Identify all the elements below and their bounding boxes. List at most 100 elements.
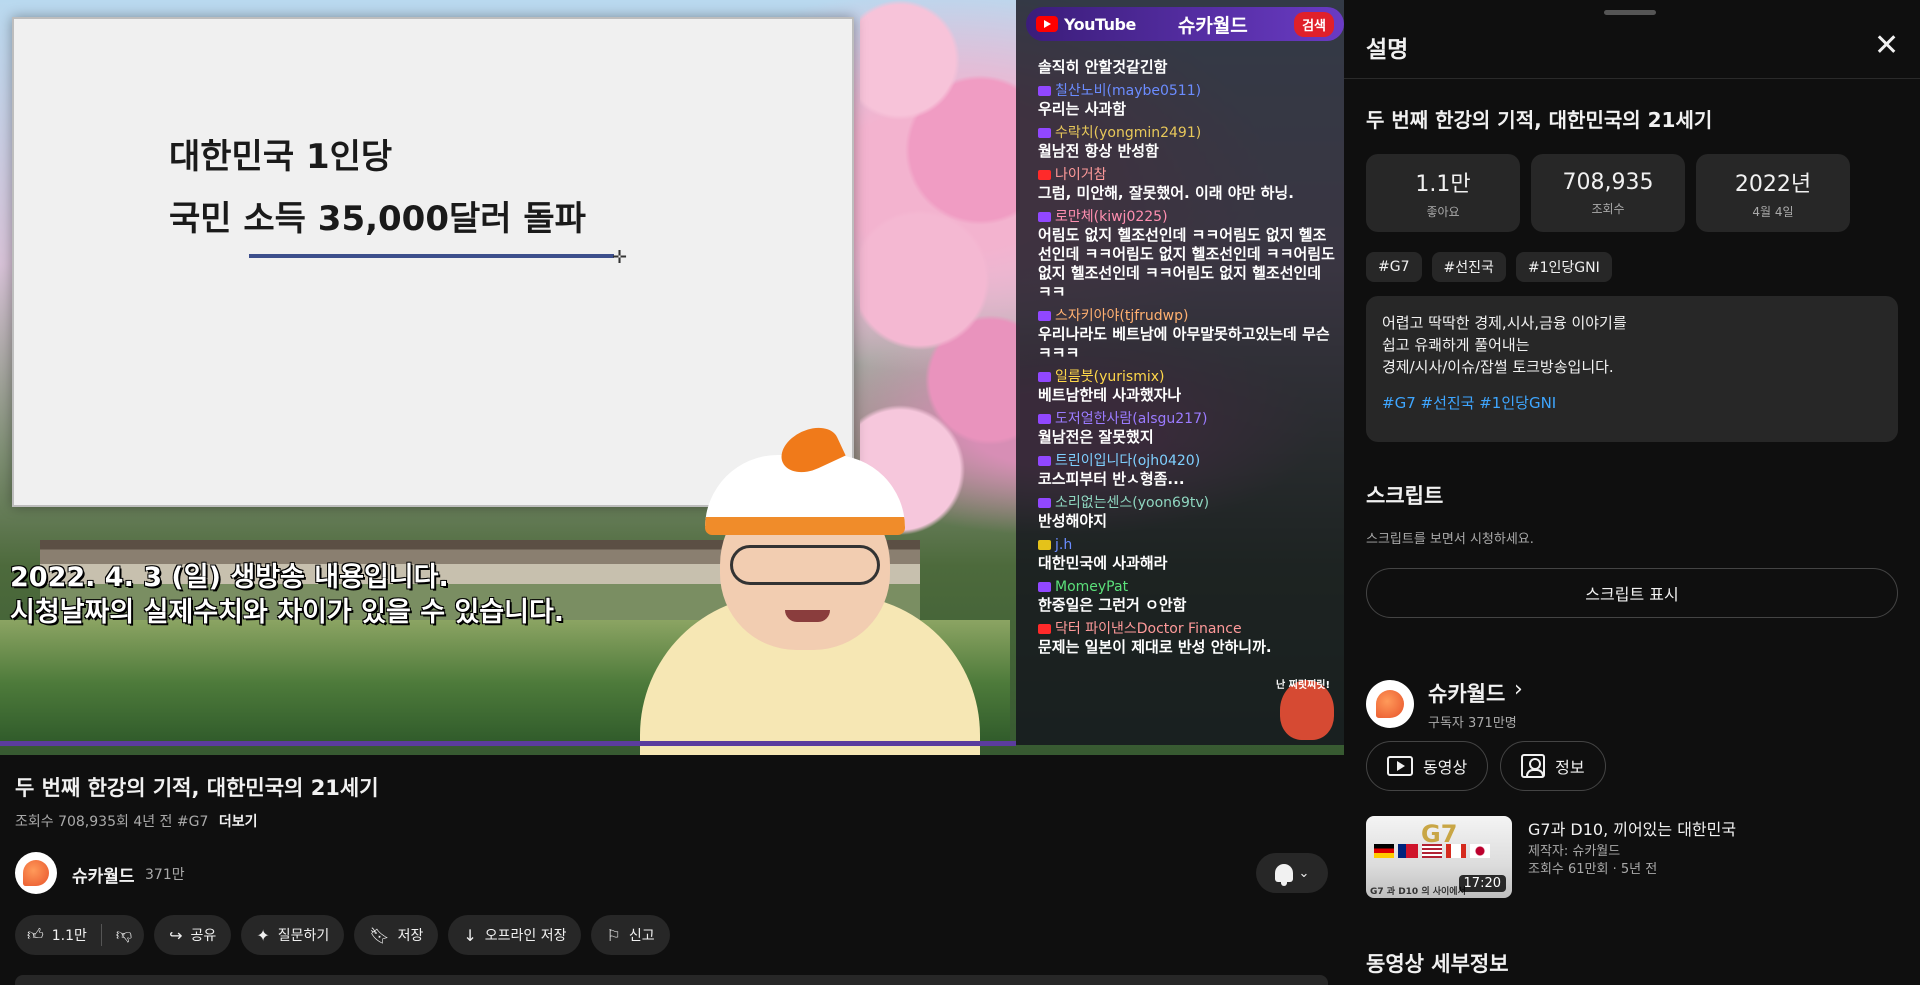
share-button[interactable]: ↪ 공유: [154, 915, 232, 955]
chat-username: 일름붓(yurismix): [1038, 368, 1338, 386]
stat-value: 1.1만: [1415, 172, 1471, 197]
save-button[interactable]: 🔖︎ 저장: [354, 915, 439, 955]
flag-icon: [1422, 844, 1442, 858]
description-hashtags[interactable]: #G7 #선진국 #1인당GNI: [1382, 392, 1882, 413]
avatar[interactable]: [1366, 680, 1414, 728]
progress-bar[interactable]: [0, 741, 1016, 746]
chat-username-text: 칠산노비(maybe0511): [1055, 83, 1202, 99]
twitch-badge-icon: [1038, 311, 1051, 321]
description-panel: 설명 ✕ 두 번째 한강의 기적, 대한민국의 21세기 1.1만 좋아요 70…: [1344, 0, 1920, 985]
hashtag-gni[interactable]: #1인당GNI: [1515, 252, 1612, 282]
drag-handle[interactable]: [1604, 10, 1656, 15]
video-meta[interactable]: 조회수 708,935회 4년 전 #G7 더보기: [15, 811, 257, 831]
chat-text: 베트남한테 사과했자나: [1038, 386, 1182, 404]
slide-underline: [249, 254, 614, 258]
chat-message: 수락치(yongmin2491) 월남전 항상 반성함: [1038, 124, 1338, 161]
chevron-right-icon[interactable]: ›: [1514, 677, 1523, 702]
notification-bell-button[interactable]: ⌄: [1256, 853, 1328, 893]
hashtag-g7[interactable]: #G7: [1366, 252, 1422, 282]
script-section-title: 스크립트: [1366, 484, 1444, 508]
show-script-button[interactable]: 스크립트 표시: [1366, 568, 1898, 618]
script-section-subtitle: 스크립트를 보면서 시청하세요.: [1366, 532, 1534, 547]
download-button[interactable]: ↓ 오프라인 저장: [448, 915, 582, 955]
chat-username-text: 스자키아야(tjfrudwp): [1055, 308, 1189, 324]
avatar[interactable]: [15, 852, 57, 894]
chat-search-badge: 검색: [1294, 11, 1334, 37]
thumbs-up-icon: 👍︎: [27, 925, 44, 944]
chat-message: 일름붓(yurismix) 베트남한테 사과했자나: [1038, 368, 1338, 405]
sparkle-icon: ✦: [256, 925, 270, 945]
chat-overlay: YouTube 슈카월드 검색 솔직히 안할것같긴함 칠산노비(maybe0511…: [1016, 0, 1344, 745]
slide-line-1: 대한민국 1인당: [169, 137, 393, 177]
share-icon: ↪: [169, 925, 183, 945]
chat-username-text: 닥터 파이낸스Doctor Finance: [1055, 621, 1242, 637]
chat-username-text: MomeyPat: [1055, 579, 1129, 595]
more-link[interactable]: 더보기: [219, 814, 258, 830]
twitch-badge-icon: [1038, 456, 1051, 466]
chat-text: 월남전 항상 반성함: [1038, 142, 1159, 160]
twitch-badge-icon: [1038, 212, 1051, 222]
chat-text: 우리는 사과함: [1038, 100, 1127, 118]
stat-label: 4월 4일: [1752, 205, 1794, 219]
youtube-badge-icon: [1038, 624, 1051, 634]
bell-icon: [1274, 864, 1293, 886]
video-play-icon: [1387, 756, 1413, 776]
stat-label: 조회수: [1591, 201, 1625, 216]
chat-message: 도저얼한사람(alsgu217) 월남전은 잘못했지: [1038, 410, 1338, 447]
channel-name[interactable]: 슈카월드: [72, 862, 135, 887]
chat-message: 나이거참 그럼, 미안해, 잘못했어. 이래 야만 하닝.: [1038, 166, 1338, 203]
chat-message: 로만체(kiwj0225) 어림도 없지 헬조선인데 ㅋㅋ어림도 없지 헬조선인데…: [1038, 208, 1338, 302]
youtube-logo-icon: [1036, 16, 1058, 32]
stats-row: 1.1만 좋아요 708,935 조회수 2022년 4월 4일: [1366, 154, 1850, 232]
chat-message: 닥터 파이낸스Doctor Finance 문제는 일본이 제대로 반성 안하니까…: [1038, 620, 1338, 657]
hashtag-developed-country[interactable]: #선진국: [1431, 252, 1506, 282]
report-button[interactable]: ⚐ 신고: [591, 915, 670, 955]
stat-views: 708,935 조회수: [1531, 154, 1685, 232]
about-button[interactable]: 정보: [1500, 741, 1606, 791]
stat-value: 708,935: [1562, 169, 1654, 195]
download-icon: ↓: [463, 925, 477, 945]
video-thumbnail[interactable]: G7 G7 과 D10 의 사이에서 17:20: [1366, 816, 1512, 898]
divider: [1344, 78, 1920, 79]
comments-teaser[interactable]: [15, 975, 1328, 985]
flag-icon: [1398, 844, 1418, 858]
flag-icon: [1470, 844, 1490, 858]
video-title: 두 번째 한강의 기적, 대한민국의 21세기: [15, 776, 379, 800]
channel-subscriber-count: 구독자 371만명: [1428, 716, 1517, 731]
streamer-figure: [630, 419, 990, 755]
chat-header: YouTube 슈카월드 검색: [1026, 7, 1344, 41]
like-button[interactable]: 👍︎ 1.1만 👎︎: [15, 915, 145, 955]
chat-username: 스자키아야(tjfrudwp): [1038, 307, 1338, 325]
report-label: 신고: [628, 928, 655, 944]
stat-label: 좋아요: [1426, 205, 1460, 219]
chat-message: 칠산노비(maybe0511) 우리는 사과함: [1038, 82, 1338, 119]
person-icon: [1521, 754, 1546, 778]
thumbnail-caption: G7 과 D10 의 사이에서: [1370, 887, 1466, 897]
thumbs-down-icon[interactable]: 👎︎: [116, 925, 132, 945]
channel-subscriber-count: 371만: [145, 867, 185, 883]
flag-icon: [1374, 844, 1394, 858]
chat-username-text: 수락치(yongmin2491): [1055, 125, 1202, 141]
chat-text: 월남전은 잘못했지: [1038, 428, 1154, 446]
channel-buttons: 동영상 정보: [1366, 741, 1606, 791]
related-video[interactable]: G7 G7 과 D10 의 사이에서 17:20 G7과 D10, 끼어있는 대…: [1366, 816, 1906, 898]
chat-channel-name: 슈카월드: [1177, 14, 1248, 37]
videos-button[interactable]: 동영상: [1366, 741, 1489, 791]
star-badge-icon: [1038, 540, 1051, 550]
related-video-title[interactable]: G7과 D10, 끼어있는 대한민국: [1528, 816, 1736, 840]
stat-value: 2022년: [1734, 172, 1812, 197]
channel-name[interactable]: 슈카월드: [1428, 678, 1505, 708]
save-label: 저장: [397, 928, 424, 944]
chat-username: 트린이입니다(ojh0420): [1038, 452, 1338, 470]
shrimp-avatar-icon: [23, 860, 49, 886]
chat-message-list: 솔직히 안할것같긴함 칠산노비(maybe0511) 우리는 사과함 수락치(yong…: [1038, 58, 1338, 662]
chat-username: 소리없는센스(yoon69tv): [1038, 494, 1338, 512]
ask-button[interactable]: ✦ 질문하기: [241, 915, 345, 955]
video-player[interactable]: 대한민국 1인당 국민 소득 35,000달러 돌파 ✛ 2022. 4. 3 …: [0, 0, 1344, 755]
close-icon[interactable]: ✕: [1874, 28, 1899, 63]
twitch-badge-icon: [1038, 128, 1051, 138]
twitch-badge-icon: [1038, 86, 1051, 96]
chat-username: MomeyPat: [1038, 578, 1338, 596]
youtube-wordmark: YouTube: [1064, 14, 1136, 34]
chat-username-text: 나이거참: [1055, 167, 1107, 183]
